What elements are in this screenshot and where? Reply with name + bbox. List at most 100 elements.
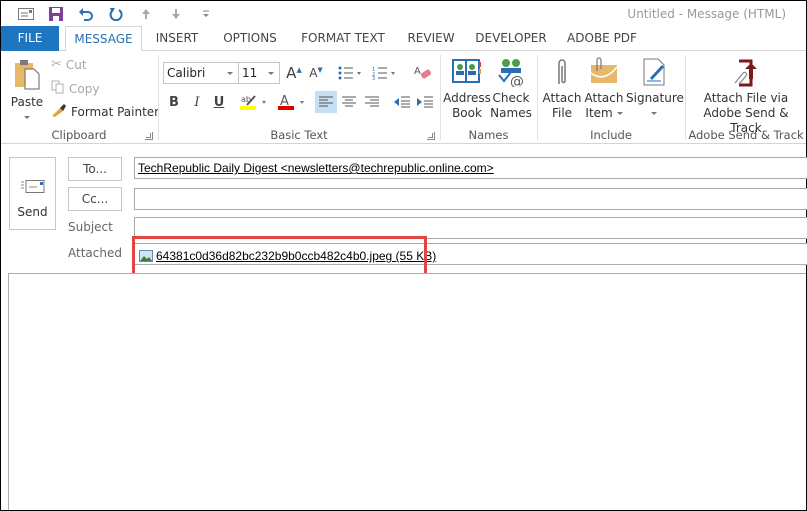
bold-button[interactable]: B (163, 91, 185, 113)
redo-icon[interactable] (101, 5, 131, 23)
shrink-font-icon: A▼ (309, 66, 323, 80)
clipboard-launcher-icon[interactable] (145, 132, 153, 140)
tab-review[interactable]: REVIEW (401, 26, 461, 51)
clipboard-group-label: Clipboard (51, 128, 107, 142)
title-bar: Untitled - Message (HTML) (1, 1, 806, 27)
align-right-icon (365, 96, 379, 107)
adobe-send-track-icon (734, 59, 757, 87)
to-field[interactable]: TechRepublic Daily Digest <newsletters@t… (134, 157, 807, 179)
attach-item-dropdown-icon (616, 112, 623, 115)
paste-label: Paste (10, 95, 44, 109)
ribbon-tabs: FILE MESSAGE INSERT OPTIONS FORMAT TEXT … (1, 26, 806, 52)
address-book-button[interactable]: Address Book (443, 57, 491, 121)
ribbon: Paste ✂ Cut Copy Format Painter Clipboar… (1, 51, 806, 144)
group-include: Attach File Attach Item Signature Includ… (538, 51, 684, 144)
group-adobe-send-track: Attach File via Adobe Send & Track Adobe… (686, 51, 806, 144)
align-left-icon (319, 96, 333, 107)
grow-font-button[interactable]: A▲ (283, 62, 305, 84)
font-color-icon: A (278, 94, 304, 110)
paste-dropdown-icon[interactable] (24, 116, 30, 119)
basic-text-group-label: Basic Text (270, 128, 328, 142)
decrease-indent-button[interactable] (391, 91, 413, 113)
attach-item-label-line1: Attach (584, 91, 624, 105)
signature-dropdown-icon (651, 112, 657, 115)
eraser-icon: A (414, 66, 432, 79)
check-names-label-line2: Names (490, 106, 532, 120)
align-right-button[interactable] (361, 91, 383, 113)
font-size-select[interactable]: 11 (238, 62, 280, 84)
increase-indent-button[interactable] (414, 91, 436, 113)
tab-adobe-pdf[interactable]: ADOBE PDF (561, 26, 643, 51)
copy-label: Copy (69, 81, 100, 96)
bullets-button[interactable] (335, 62, 365, 84)
format-painter-icon (51, 103, 67, 120)
attached-label: Attached (68, 246, 122, 260)
grow-font-icon: A▲ (286, 64, 302, 82)
signature-label: Signature (626, 91, 684, 105)
signature-icon (643, 58, 665, 86)
up-arrow-icon[interactable] (131, 5, 161, 23)
clear-formatting-button[interactable]: A (412, 62, 434, 84)
attach-file-button[interactable]: Attach File (540, 57, 584, 121)
app-icon[interactable] (11, 5, 41, 23)
tab-file[interactable]: FILE (1, 26, 59, 51)
undo-icon[interactable] (71, 5, 101, 23)
align-center-button[interactable] (338, 91, 360, 113)
signature-button[interactable]: Signature (626, 57, 684, 121)
basic-text-launcher-icon[interactable] (427, 132, 435, 140)
message-body[interactable] (8, 273, 806, 510)
svg-text:A: A (414, 66, 421, 77)
tab-developer[interactable]: DEVELOPER (471, 26, 551, 51)
to-button[interactable]: To... (68, 157, 122, 181)
attach-item-button[interactable]: Attach Item (582, 57, 626, 121)
group-basic-text: Calibri 11 A▲ A▼ 123 A B I U ab A Basic … (159, 51, 439, 144)
paste-icon (15, 60, 40, 90)
attach-file-label-line2: File (551, 106, 573, 120)
copy-button[interactable]: Copy (51, 80, 99, 97)
format-painter-button[interactable]: Format Painter (51, 103, 159, 120)
tab-options[interactable]: OPTIONS (215, 26, 285, 51)
attach-file-via-adobe-button[interactable]: Attach File via Adobe Send & Track (688, 57, 804, 136)
send-button[interactable]: Send (9, 157, 56, 230)
save-icon[interactable] (41, 5, 71, 23)
svg-text:3: 3 (372, 76, 375, 80)
check-names-button[interactable]: @ Check Names (489, 57, 533, 121)
copy-icon (51, 80, 65, 97)
numbering-button[interactable]: 123 (369, 62, 399, 84)
paperclip-icon (558, 59, 566, 84)
window-title: Untitled - Message (HTML) (627, 7, 786, 21)
attach-item-label-line2: Item (585, 106, 613, 120)
send-envelope-icon (21, 180, 45, 193)
cc-field[interactable] (134, 188, 807, 210)
font-color-button[interactable]: A (275, 91, 309, 113)
paste-button[interactable]: Paste (7, 57, 47, 125)
align-center-icon (342, 96, 356, 107)
align-left-button[interactable] (315, 91, 337, 113)
address-book-icon (452, 59, 481, 83)
check-names-icon: @ (498, 59, 524, 90)
down-arrow-icon[interactable] (161, 5, 191, 23)
cut-button[interactable]: ✂ Cut (51, 57, 87, 72)
adobe-group-label: Adobe Send & Track (688, 128, 804, 142)
to-recipient[interactable]: TechRepublic Daily Digest <newsletters@t… (138, 161, 494, 175)
font-name-dropdown-icon (227, 72, 233, 75)
italic-button[interactable]: I (186, 91, 208, 113)
group-names: Address Book @ Check Names Names (441, 51, 536, 144)
group-clipboard: Paste ✂ Cut Copy Format Painter Clipboar… (1, 51, 159, 144)
tab-insert[interactable]: INSERT (147, 26, 207, 51)
subject-label: Subject (68, 220, 113, 234)
highlight-color-button[interactable]: ab (237, 91, 271, 113)
customize-qat-icon[interactable] (191, 5, 221, 23)
cc-button[interactable]: Cc... (68, 187, 122, 211)
address-book-label-line1: Address (443, 91, 491, 105)
font-name-select[interactable]: Calibri (163, 62, 239, 84)
quick-access-toolbar (11, 5, 221, 23)
check-names-label-line1: Check (492, 91, 530, 105)
underline-button[interactable]: U (208, 91, 230, 113)
adobe-button-label-line1: Attach File via (703, 91, 789, 105)
shrink-font-button[interactable]: A▼ (305, 62, 327, 84)
tab-format-text[interactable]: FORMAT TEXT (296, 26, 390, 51)
tab-message[interactable]: MESSAGE (65, 26, 142, 52)
address-book-label-line2: Book (452, 106, 482, 120)
font-name-value: Calibri (167, 66, 206, 80)
